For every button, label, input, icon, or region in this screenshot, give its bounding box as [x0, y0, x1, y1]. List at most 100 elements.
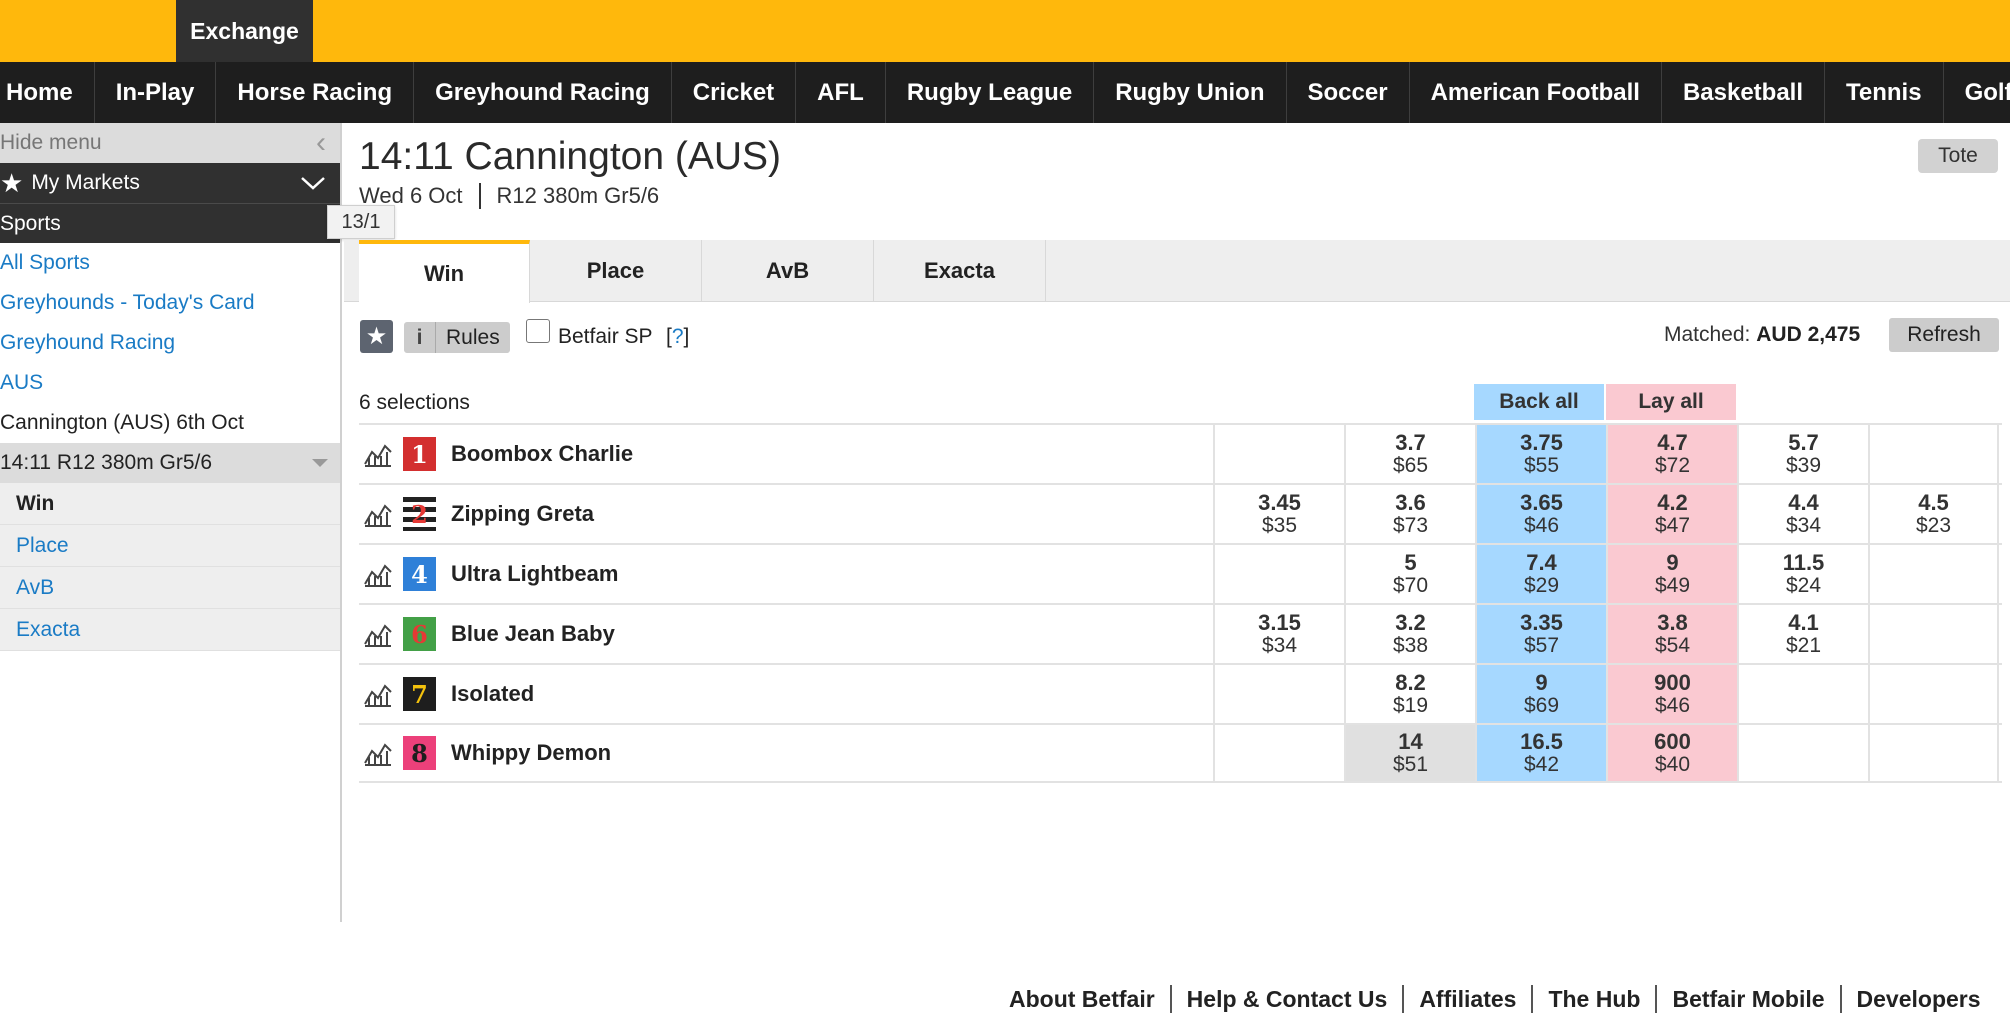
lay-price-cell[interactable]: 4.5 $23 [1868, 485, 1999, 543]
lay-price-cell[interactable] [1868, 605, 1999, 663]
lay-price-cell[interactable] [1737, 665, 1868, 723]
rules-button[interactable]: i Rules [404, 322, 510, 353]
price-chart-icon[interactable] [363, 558, 395, 590]
my-markets-header[interactable]: ★ My Markets [0, 163, 340, 203]
price-chart-icon[interactable] [363, 618, 395, 650]
hide-menu-button[interactable]: Hide menu ‹ [0, 123, 340, 163]
back-price-cell[interactable]: 3.45 $35 [1213, 485, 1344, 543]
back-price-cell[interactable]: 3.65 $46 [1475, 485, 1606, 543]
tab-exacta[interactable]: Exacta [874, 240, 1046, 302]
back-price-cell[interactable]: 3.75 $55 [1475, 425, 1606, 483]
lay-price-cell[interactable]: 5.7 $39 [1737, 425, 1868, 483]
nav-tennis[interactable]: Tennis [1825, 62, 1944, 123]
lay-price-cell[interactable]: 11.5 $24 [1737, 545, 1868, 603]
lay-price-cell[interactable] [1868, 725, 1999, 781]
lay-all-button[interactable]: Lay all [1606, 384, 1736, 420]
current-race-label: 14:11 R12 380m Gr5/6 [0, 451, 213, 474]
lay-price-cell[interactable]: 4.2 $47 [1606, 485, 1737, 543]
tab-place[interactable]: Place [530, 240, 702, 302]
tote-button[interactable]: Tote [1918, 139, 1998, 173]
matched-label: Matched: [1664, 323, 1751, 346]
footer-betfair-mobile[interactable]: Betfair Mobile [1657, 985, 1842, 1013]
available-size: $46 [1523, 513, 1560, 537]
back-price-cell[interactable]: 7.4 $29 [1475, 545, 1606, 603]
back-all-button[interactable]: Back all [1474, 384, 1604, 420]
runner-row: 1 Boombox Charlie 3.7 $65 3.75 $55 4.7 $72 5.7 $3… [359, 423, 2002, 483]
footer-about-betfair[interactable]: About Betfair [994, 985, 1172, 1013]
footer-the-hub[interactable]: The Hub [1533, 985, 1658, 1013]
nav-golf[interactable]: Golf [1944, 62, 2010, 123]
add-to-my-markets-star-icon[interactable]: ★ [360, 320, 393, 353]
footer-affiliates[interactable]: Affiliates [1404, 985, 1534, 1013]
available-size: $57 [1523, 633, 1560, 657]
event-title: 14:11 Cannington (AUS) [359, 135, 782, 178]
nav-greyhound-racing[interactable]: Greyhound Racing [414, 62, 672, 123]
lay-price-cell[interactable]: 9 $49 [1606, 545, 1737, 603]
help-question-link[interactable]: ? [672, 325, 684, 348]
nav-cricket[interactable]: Cricket [672, 62, 797, 123]
nav-horse-racing[interactable]: Horse Racing [216, 62, 415, 123]
nav-american-football[interactable]: American Football [1410, 62, 1662, 123]
lay-price-cell[interactable]: 4.7 $72 [1606, 425, 1737, 483]
nav-soccer[interactable]: Soccer [1287, 62, 1410, 123]
exchange-tab[interactable]: Exchange [176, 0, 313, 62]
price-chart-icon[interactable] [363, 678, 395, 710]
lay-price-cell[interactable]: 4.4 $34 [1737, 485, 1868, 543]
runner-row: 7 Isolated 8.2 $19 9 $69 900 $46 [359, 663, 2002, 723]
sports-header: Sports [0, 203, 340, 243]
back-price-cell[interactable] [1213, 425, 1344, 483]
back-price-cell[interactable]: 3.35 $57 [1475, 605, 1606, 663]
sidebar-link-all-sports[interactable]: All Sports [0, 243, 340, 283]
odds-price: 9 [1535, 670, 1548, 696]
back-price-cell[interactable]: 8.2 $19 [1344, 665, 1475, 723]
sidebar-market-win[interactable]: Win [0, 483, 340, 525]
odds-price: 3.35 [1520, 610, 1563, 636]
sidebar-link-aus[interactable]: AUS [0, 363, 340, 403]
sidebar-market-exacta[interactable]: Exacta [0, 609, 340, 651]
lay-price-cell[interactable] [1737, 725, 1868, 781]
refresh-button[interactable]: Refresh [1889, 318, 1999, 352]
sidebar-current-race[interactable]: 14:11 R12 380m Gr5/6 [0, 443, 340, 483]
sidebar-market-avb[interactable]: AvB [0, 567, 340, 609]
lay-price-cell[interactable]: 600 $40 [1606, 725, 1737, 781]
odds-price: 3.15 [1258, 610, 1301, 636]
back-price-cell[interactable] [1213, 665, 1344, 723]
available-size: $34 [1785, 513, 1822, 537]
back-price-cell[interactable] [1213, 545, 1344, 603]
sidebar-market-place[interactable]: Place [0, 525, 340, 567]
back-price-cell[interactable]: 14 $51 [1344, 725, 1475, 781]
nav-home[interactable]: Home [0, 62, 95, 123]
lay-price-cell[interactable]: 900 $46 [1606, 665, 1737, 723]
lay-price-cell[interactable] [1868, 545, 1999, 603]
sidebar-link-todays-card[interactable]: Greyhounds - Today's Card [0, 283, 340, 323]
back-price-cell[interactable]: 3.2 $38 [1344, 605, 1475, 663]
back-price-cell[interactable]: 3.7 $65 [1344, 425, 1475, 483]
tab-win[interactable]: Win [359, 240, 530, 303]
nav-afl[interactable]: AFL [796, 62, 886, 123]
tab-avb[interactable]: AvB [702, 240, 874, 302]
back-price-cell[interactable]: 3.6 $73 [1344, 485, 1475, 543]
footer-developers[interactable]: Developers [1842, 985, 1996, 1013]
betfair-sp-help[interactable]: [?] [666, 325, 689, 349]
back-price-cell[interactable] [1213, 725, 1344, 781]
lay-price-cell[interactable] [1868, 665, 1999, 723]
lay-price-cell[interactable]: 3.8 $54 [1606, 605, 1737, 663]
lay-price-cell[interactable] [1868, 425, 1999, 483]
nav-in-play[interactable]: In-Play [95, 62, 217, 123]
nav-rugby-union[interactable]: Rugby Union [1094, 62, 1287, 123]
back-price-cell[interactable]: 5 $70 [1344, 545, 1475, 603]
back-price-cell[interactable]: 9 $69 [1475, 665, 1606, 723]
lay-price-cell[interactable]: 4.1 $21 [1737, 605, 1868, 663]
betfair-sp-checkbox[interactable] [526, 319, 550, 343]
nav-basketball[interactable]: Basketball [1662, 62, 1825, 123]
sidebar-link-greyhound-racing[interactable]: Greyhound Racing [0, 323, 340, 363]
back-price-cell[interactable]: 3.15 $34 [1213, 605, 1344, 663]
available-size: $49 [1654, 573, 1691, 597]
price-chart-icon[interactable] [363, 438, 395, 470]
event-race: R12 380m Gr5/6 [496, 183, 660, 208]
price-chart-icon[interactable] [363, 737, 395, 769]
footer-help-contact[interactable]: Help & Contact Us [1172, 985, 1405, 1013]
back-price-cell[interactable]: 16.5 $42 [1475, 725, 1606, 781]
nav-rugby-league[interactable]: Rugby League [886, 62, 1095, 123]
price-chart-icon[interactable] [363, 498, 395, 530]
